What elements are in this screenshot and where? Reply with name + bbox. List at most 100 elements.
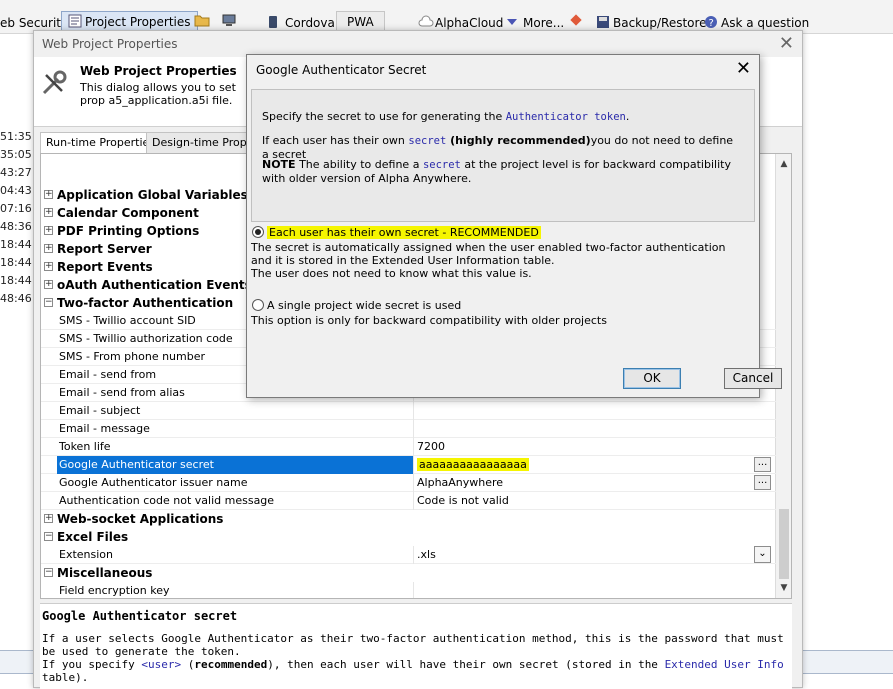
property-row[interactable]: Email - subject <box>41 402 776 420</box>
property-row[interactable]: Google Authenticator secret aaaaaaaaaaaaa… <box>41 456 776 474</box>
property-label: SMS - From phone number <box>59 350 206 363</box>
property-value-text: Code is not valid <box>417 494 509 507</box>
toolbar-backup-restore-label: Backup/Restore <box>613 16 707 30</box>
radio-each-user-secret[interactable] <box>252 226 264 238</box>
log-line: 07:16 4 <box>0 202 36 215</box>
expand-icon[interactable]: + <box>44 514 53 523</box>
property-section[interactable]: − Miscellaneous <box>41 564 776 582</box>
expand-icon[interactable]: + <box>44 244 53 253</box>
tab-designtime-properties[interactable]: Design-time Propert <box>146 132 250 154</box>
log-line: 48:46 3 <box>0 292 36 305</box>
option-each-user-desc-2: and it is stored in the Extended User In… <box>251 254 555 267</box>
property-value[interactable]: aaaaaaaaaaaaaaaa <box>413 456 763 474</box>
property-label: Calendar Component <box>57 206 199 220</box>
ga-info-line-1: Specify the secret to use for generating… <box>262 110 742 124</box>
scroll-up-icon[interactable]: ▲ <box>776 156 791 172</box>
ellipsis-button[interactable]: ... <box>754 475 771 490</box>
expand-icon[interactable]: + <box>44 190 53 199</box>
property-value-text: aaaaaaaaaaaaaaaa <box>417 458 529 471</box>
help-code-user: <user> <box>141 658 182 671</box>
header-title: Web Project Properties <box>80 64 237 78</box>
collapse-icon[interactable]: − <box>44 532 53 541</box>
property-section[interactable]: + Web-socket Applications <box>41 510 776 528</box>
property-value-text: .xls <box>417 548 436 561</box>
ga-text: . <box>625 110 630 123</box>
property-label: Web-socket Applications <box>57 512 224 526</box>
property-row[interactable]: Authentication code not valid message Cod… <box>41 492 776 510</box>
property-label: Application Global Variables <box>57 188 248 202</box>
property-label: Email - send from <box>59 368 157 381</box>
toolbar-ask-label: Ask a question <box>721 16 810 30</box>
expand-icon[interactable]: + <box>44 226 53 235</box>
property-row[interactable]: Email - message <box>41 420 776 438</box>
property-row[interactable]: Token life 7200 <box>41 438 776 456</box>
collapse-icon[interactable]: − <box>44 568 53 577</box>
help-code-extended-user-info[interactable]: Extended User Info <box>665 658 784 671</box>
ga-code-secret: secret <box>408 135 447 147</box>
property-section[interactable]: − Excel Files <box>41 528 776 546</box>
option-each-user-label-text: Each user has their own secret - RECOMME… <box>267 226 541 239</box>
help-text: If a user selects Google Authenticator a… <box>42 632 787 684</box>
property-label: Google Authenticator issuer name <box>59 476 248 489</box>
log-line: 51:35 4 <box>0 130 36 143</box>
property-label: Email - message <box>59 422 150 435</box>
option-project-wide-label[interactable]: A single project wide secret is used <box>267 299 461 312</box>
background-log: 51:35 4 35:05 1 43:27 9 04:43 1 07:16 4 48:36… <box>0 128 36 308</box>
ok-button[interactable]: OK <box>623 368 681 389</box>
ga-dialog-title: Google Authenticator Secret <box>256 63 427 77</box>
help-line-1: If a user selects Google Authenticator a… <box>42 632 784 658</box>
property-row[interactable]: Extension .xls ⌄ <box>41 546 776 564</box>
save-icon <box>596 15 610 29</box>
option-project-wide-description: This option is only for backward compati… <box>251 314 607 327</box>
expand-icon[interactable]: + <box>44 280 53 289</box>
property-row[interactable]: Google Authenticator issuer name AlphaAny… <box>41 474 776 492</box>
option-each-user-label[interactable]: Each user has their own secret - RECOMME… <box>267 226 541 239</box>
close-icon[interactable]: ✕ <box>736 58 751 79</box>
svg-text:?: ? <box>709 18 714 29</box>
property-value-text: 7200 <box>417 440 445 453</box>
expand-icon[interactable]: + <box>44 208 53 217</box>
ga-info-line-3: NOTE The ability to define a secret at t… <box>262 158 742 186</box>
expand-icon[interactable]: + <box>44 262 53 271</box>
scroll-thumb[interactable] <box>779 509 789 579</box>
cloud-icon <box>418 15 434 29</box>
scroll-down-icon[interactable]: ▼ <box>776 580 791 596</box>
property-label: SMS - Twillio authorization code <box>59 332 233 345</box>
header-description: This dialog allows you to set prop a5_ap… <box>80 81 236 107</box>
property-row[interactable]: Field encryption key <box>41 582 776 598</box>
close-icon[interactable]: ✕ <box>779 33 794 54</box>
log-line: 18:44 0 <box>0 238 36 251</box>
property-value[interactable] <box>413 402 763 420</box>
ga-text: Specify the secret to use for generating… <box>262 110 506 123</box>
property-label: Report Server <box>57 242 152 256</box>
property-value[interactable]: AlphaAnywhere <box>413 474 763 492</box>
property-value[interactable] <box>413 582 763 598</box>
collapse-icon[interactable]: − <box>44 298 53 307</box>
tab-runtime-properties[interactable]: Run-time Properties <box>40 132 162 154</box>
property-label: Authentication code not valid message <box>59 494 275 507</box>
property-value[interactable] <box>413 420 763 438</box>
property-value[interactable]: .xls <box>413 546 763 564</box>
log-line: 18:44 0 <box>0 274 36 287</box>
option-each-user-description: The secret is automatically assigned whe… <box>251 241 726 280</box>
property-value[interactable]: 7200 <box>413 438 763 456</box>
property-label: Report Events <box>57 260 153 274</box>
property-label: Email - subject <box>59 404 141 417</box>
triangle-down-icon <box>506 15 520 29</box>
dialog-title: Web Project Properties <box>42 37 178 51</box>
property-label: Miscellaneous <box>57 566 153 580</box>
property-label: oAuth Authentication Events <box>57 278 252 292</box>
chevron-down-icon[interactable]: ⌄ <box>754 546 771 563</box>
radio-project-wide-secret[interactable] <box>252 299 264 311</box>
toolbar-web-security-label: eb Security <box>0 16 69 30</box>
ga-info-panel: Specify the secret to use for generating… <box>251 89 755 222</box>
log-line: 48:36 5 <box>0 220 36 233</box>
ellipsis-button[interactable]: ... <box>754 457 771 472</box>
property-value[interactable]: Code is not valid <box>413 492 763 510</box>
help-text-part: If you specify <box>42 658 142 671</box>
properties-icon <box>68 14 82 28</box>
ga-code-secret: secret <box>422 159 461 171</box>
help-icon: ? <box>704 15 718 29</box>
cancel-button[interactable]: Cancel <box>724 368 782 389</box>
ga-bold-note: NOTE <box>262 158 296 171</box>
